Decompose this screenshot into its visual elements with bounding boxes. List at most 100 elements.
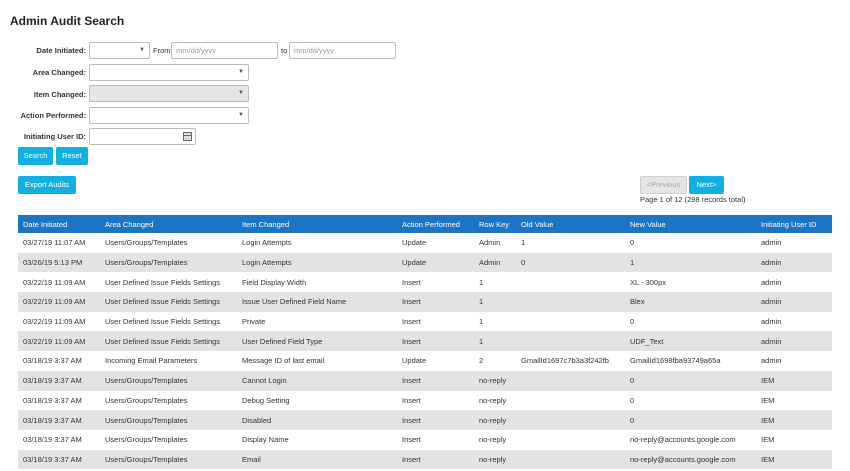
date-from-input[interactable]: mm/dd/yyyy [171,42,278,59]
table-row[interactable]: 03/18/19 3:37 AM Users/Groups/Templates Di… [18,429,832,450]
initiating-user-input[interactable] [89,128,196,145]
column-header[interactable]: New Value [625,215,756,233]
column-header[interactable]: Date Initiated [18,215,100,233]
table-cell: no-reply [479,435,507,445]
table-cell: Disabled [242,415,272,425]
export-audits-button[interactable]: Export Audits [18,176,76,194]
table-cell: no-reply [479,376,507,386]
table-cell: Cannot Login [242,376,287,386]
table-row[interactable]: 03/18/19 3:37 AM Users/Groups/Templates Ca… [18,370,832,391]
table-cell [516,430,625,450]
table-cell: Insert [402,317,421,327]
table-cell: Users/Groups/Templates [105,258,188,268]
chevron-down-icon: ▼ [238,90,244,96]
area-changed-select[interactable]: ▼ [89,64,249,81]
reset-button[interactable]: Reset [56,147,88,165]
search-button[interactable]: Search [18,147,53,165]
table-cell: 0 [521,258,526,268]
page-title: Admin Audit Search [10,14,125,28]
table-cell: Users/Groups/Templates [105,238,188,248]
table-cell: Insert [402,277,421,287]
table-cell: Users/Groups/Templates [105,435,188,445]
table-cell: Update [402,258,427,268]
table-row[interactable]: 03/27/19 11:07 AM Users/Groups/Templates L… [18,233,832,253]
table-cell: 03/27/19 11:07 AM [23,238,86,248]
table-cell [516,312,625,332]
table-cell: Insert [402,454,421,464]
date-initiated-select[interactable]: ▼ [89,42,150,59]
table-cell [516,410,625,430]
table-row[interactable]: 03/22/19 11:09 AM User Defined Issue Fiel… [18,272,832,293]
table-cell [516,391,625,411]
table-cell: admin [761,336,782,346]
table-row[interactable]: 03/22/19 11:09 AM User Defined Issue Fiel… [18,331,832,352]
table-cell: admin [761,297,782,307]
table-row[interactable]: 03/18/19 3:37 AM Users/Groups/Templates De… [18,390,832,411]
date-to-input[interactable]: mm/dd/yyyy [289,42,396,59]
table-cell: Debug Setting [242,395,290,405]
date-to-placeholder: mm/dd/yyyy [294,46,335,55]
action-performed-select[interactable]: ▼ [89,107,249,124]
table-cell: admin [761,258,782,268]
table-cell: 03/18/19 3:37 AM [23,356,82,366]
table-cell: 03/18/19 3:37 AM [23,435,82,445]
column-header[interactable]: Area Changed [100,215,237,233]
table-cell: User Defined Issue Fields Settings [105,317,221,327]
table-cell [516,272,625,292]
table-cell: 0 [630,317,635,327]
item-changed-select[interactable]: ▼ [89,85,249,102]
table-cell: 1 [521,238,526,248]
chevron-down-icon: ▼ [238,69,244,75]
date-initiated-label: Date Initiated: [36,46,86,55]
column-header[interactable]: Old Value [516,215,625,233]
table-cell: GmailId1698fba93749a65a [630,356,721,366]
table-cell: GmailId1697c7b3a3f242fb [521,356,609,366]
table-cell: 0 [630,415,635,425]
table-cell: Login Attempts [242,258,292,268]
date-from-placeholder: mm/dd/yyyy [176,46,217,55]
lookup-icon[interactable] [183,132,192,141]
table-cell: UDF_Text [630,336,664,346]
table-cell: 03/18/19 3:37 AM [23,376,82,386]
to-label: to [281,46,288,55]
table-header-row: Date Initiated Area Changed Item Changed… [18,215,832,233]
table-cell: Insert [402,297,421,307]
table-row[interactable]: 03/22/19 11:09 AM User Defined Issue Fiel… [18,292,832,312]
from-label: From [153,46,171,55]
table-cell: 03/18/19 3:37 AM [23,395,82,405]
table-cell: 03/18/19 3:37 AM [23,415,82,425]
column-header[interactable]: Row Key [474,215,516,233]
table-cell: IEM [761,454,775,464]
column-header[interactable]: Item Changed [237,215,397,233]
table-cell [516,292,625,312]
table-cell: Insert [402,336,421,346]
initiating-user-label: Initiating User ID: [23,132,86,141]
table-cell: Admin [479,238,501,248]
area-changed-label: Area Changed: [32,68,86,77]
table-cell: User Defined Issue Fields Settings [105,336,221,346]
table-cell: admin [761,356,782,366]
table-row[interactable]: 03/18/19 3:37 AM Incoming Email Parameter… [18,351,832,371]
audit-table: Date Initiated Area Changed Item Changed… [18,215,832,470]
table-cell: Users/Groups/Templates [105,395,188,405]
table-row[interactable]: 03/18/19 3:37 AM Users/Groups/Templates Di… [18,410,832,430]
table-cell: XL - 300px [630,277,666,287]
table-row[interactable]: 03/22/19 11:09 AM User Defined Issue Fiel… [18,311,832,332]
table-cell: 0 [630,376,635,386]
table-cell: User Defined Field Type [242,336,323,346]
table-row[interactable]: 03/18/19 3:37 AM Users/Groups/Templates Em… [18,449,832,470]
pagination-info: Page 1 of 12 (298 records total) [640,195,746,204]
table-row[interactable]: 03/26/19 5:13 PM Users/Groups/Templates Lo… [18,252,832,273]
table-cell: no-reply [479,415,507,425]
table-cell: 1 [479,317,484,327]
chevron-down-icon: ▼ [139,47,145,53]
table-cell: Update [402,356,427,366]
column-header[interactable]: Initiating User ID [756,215,832,233]
table-cell: 03/18/19 3:37 AM [23,454,82,464]
table-cell: Users/Groups/Templates [105,376,188,386]
column-header[interactable]: Action Performed [397,215,474,233]
next-button[interactable]: Next> [689,176,724,194]
table-cell: Admin [479,258,501,268]
table-cell: Field Display Width [242,277,307,287]
previous-button[interactable]: <Previous [640,176,687,194]
